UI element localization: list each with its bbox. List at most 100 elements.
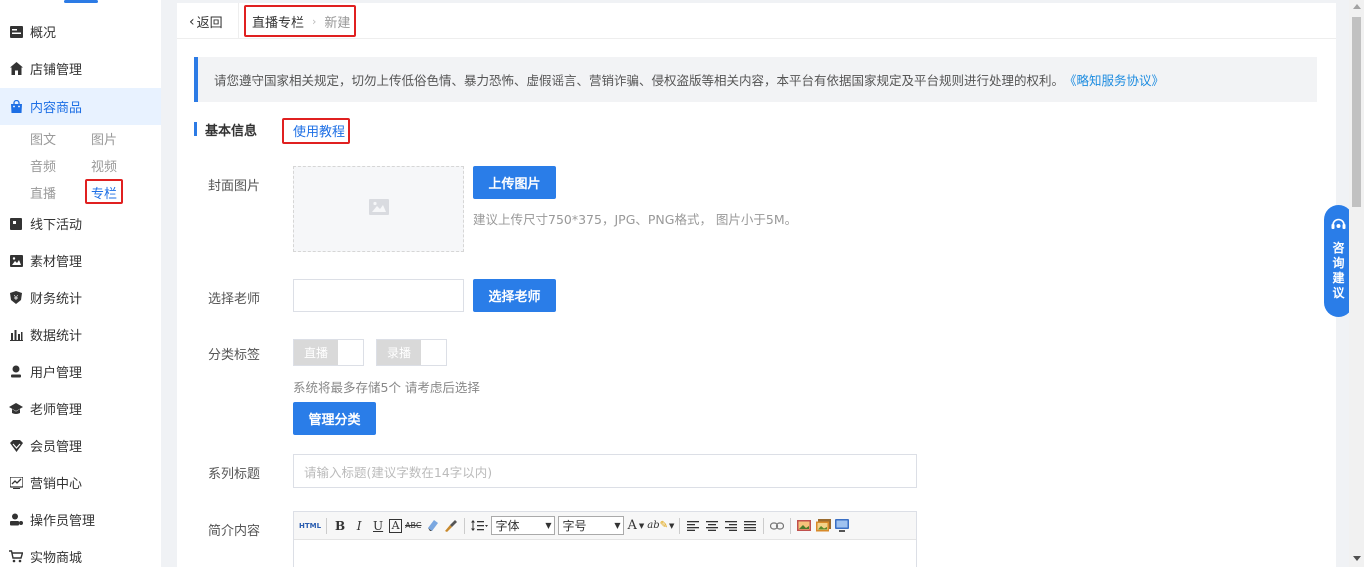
sidebar-item-label: 线下活动 [30,218,83,233]
sidebar-item-users[interactable]: 用户管理 [0,353,161,390]
eraser-icon[interactable] [424,517,440,535]
sidebar-item-offline[interactable]: 线下活动 [0,205,161,242]
format-painter-icon[interactable] [443,517,459,535]
scroll-thumb[interactable] [1352,17,1361,207]
bold-button[interactable]: B [332,517,348,535]
home-icon [9,62,23,76]
font-size-select[interactable]: 字号 ▼ [558,516,625,535]
sidebar-item-label: 数据统计 [30,329,83,344]
tag-label: 录播 [377,340,421,365]
image-placeholder-icon [368,199,389,219]
sidebar-item-data[interactable]: 数据统计 [0,316,161,353]
italic-button[interactable]: I [351,517,367,535]
shopping-bag-icon [9,100,23,114]
sidebar-item-label: 素材管理 [30,255,83,270]
font-family-value: 字体 [495,519,520,533]
chevron-left-icon: ‹ [189,13,195,30]
upload-hint: 建议上传尺寸750*375，JPG、PNG格式， 图片小于5M。 [473,212,798,227]
select-teacher-button[interactable]: 选择老师 [473,279,556,312]
sidebar-item-content[interactable]: 内容商品 [0,88,161,125]
sidebar-item-label: 操作员管理 [30,514,96,529]
font-family-select[interactable]: 字体 ▼ [491,516,556,535]
strikethrough-button[interactable]: ABC [405,517,421,535]
tag-toggle-live[interactable]: 直播 [293,339,364,366]
highlight-box-column [85,179,123,204]
align-left-icon[interactable] [685,517,701,535]
underline-button[interactable]: U [370,517,386,535]
svg-text:¥: ¥ [14,294,19,302]
operator-icon [9,513,23,527]
title-placeholder: 请输入标题(建议字数在14字以内) [304,464,493,480]
top-bar: ‹ 返回 直播专栏 › 新建 [177,3,1336,39]
image-icon [9,254,23,268]
notice-banner: 请您遵守国家相关规定，切勿上传低俗色情、暴力恐怖、虚假谣言、营销诈骗、侵权盗版等… [194,57,1317,102]
insert-image-icon[interactable] [796,517,812,535]
main-card: ‹ 返回 直播专栏 › 新建 请您遵守国家相关规定，切勿上传低俗色情、暴力恐怖、… [177,3,1336,567]
sidebar-item-overview[interactable]: 概况 [0,13,161,50]
align-center-icon[interactable] [704,517,720,535]
sidebar-subitem-picture[interactable]: 图片 [91,129,117,148]
dashboard-icon [9,25,23,39]
cover-image-placeholder[interactable] [293,166,464,252]
sidebar-item-operators[interactable]: 操作员管理 [0,501,161,538]
sidebar-item-teachers[interactable]: 老师管理 [0,390,161,427]
sidebar-item-members[interactable]: 会员管理 [0,427,161,464]
align-right-icon[interactable] [723,517,739,535]
tag-toggle-recorded[interactable]: 录播 [376,339,447,366]
scroll-down-arrow-icon[interactable] [1353,556,1361,561]
video-icon[interactable] [834,517,850,535]
highlight-color-button[interactable]: ab ✎ ▼ [647,517,674,535]
category-hint: 系统将最多存储5个 请考虑后选择 [293,380,480,395]
series-title-input[interactable]: 请输入标题(建议字数在14字以内) [293,454,917,488]
sidebar-item-label: 财务统计 [30,292,83,307]
back-button[interactable]: ‹ 返回 [189,12,223,32]
caret-down-icon: ▼ [614,521,621,530]
vip-icon [9,439,23,453]
sidebar-subitem-audio[interactable]: 音频 [30,156,56,175]
link-icon[interactable] [769,517,785,535]
page-scrollbar[interactable] [1349,0,1364,567]
sidebar-item-shop[interactable]: 店铺管理 [0,50,161,87]
sidebar-item-mall[interactable]: 实物商城 [0,538,161,567]
category-label: 分类标签 [208,348,261,363]
sidebar-item-label: 内容商品 [30,101,83,116]
align-justify-icon[interactable] [742,517,758,535]
sidebar-item-materials[interactable]: 素材管理 [0,242,161,279]
section-title: 基本信息 [205,123,258,139]
bar-chart-icon [9,328,23,342]
highlight-mark-icon: ✎ [659,520,669,531]
consult-label: 咨询建议 [1332,241,1345,300]
font-size-value: 字号 [562,519,587,533]
image-gallery-icon[interactable] [815,517,831,535]
service-agreement-link[interactable]: 《略知服务协议》 [1064,70,1164,89]
back-label: 返回 [196,16,223,31]
sidebar-subitem-article[interactable]: 图文 [30,129,56,148]
graduation-cap-icon [9,402,23,416]
calendar-icon [9,217,23,231]
sidebar-item-finance[interactable]: ¥ 财务统计 [0,279,161,316]
sidebar-item-label: 实物商城 [30,551,83,566]
sidebar-subitem-live[interactable]: 直播 [30,183,56,202]
upload-image-button[interactable]: 上传图片 [473,166,556,199]
divider [238,3,239,39]
rich-text-editor[interactable]: HTML B I U A ABC 字体 ▼ 字号 ▼ A ▼ ab ✎ ▼ [293,511,917,567]
sidebar-subitem-video[interactable]: 视频 [91,156,117,175]
sidebar-item-label: 老师管理 [30,403,83,418]
manage-category-button[interactable]: 管理分类 [293,402,376,435]
user-icon [9,365,23,379]
teacher-input[interactable] [293,279,464,312]
editor-toolbar: HTML B I U A ABC 字体 ▼ 字号 ▼ A ▼ ab ✎ ▼ [294,512,916,540]
line-height-icon[interactable] [470,517,489,535]
font-border-button[interactable]: A [389,518,403,533]
caret-down-icon: ▼ [638,521,645,530]
html-source-button[interactable]: HTML [299,517,321,535]
notice-text: 请您遵守国家相关规定，切勿上传低俗色情、暴力恐怖、虚假谣言、营销诈骗、侵权盗版等… [214,73,1065,88]
scroll-up-arrow-icon[interactable] [1353,4,1361,9]
title-label: 系列标题 [208,467,261,482]
intro-label: 简介内容 [208,524,261,539]
sidebar-item-marketing[interactable]: 营销中心 [0,464,161,501]
font-color-button[interactable]: A ▼ [627,517,644,535]
caret-down-icon: ▼ [669,521,675,530]
tag-label: 直播 [294,340,338,365]
headset-icon [1331,217,1346,235]
